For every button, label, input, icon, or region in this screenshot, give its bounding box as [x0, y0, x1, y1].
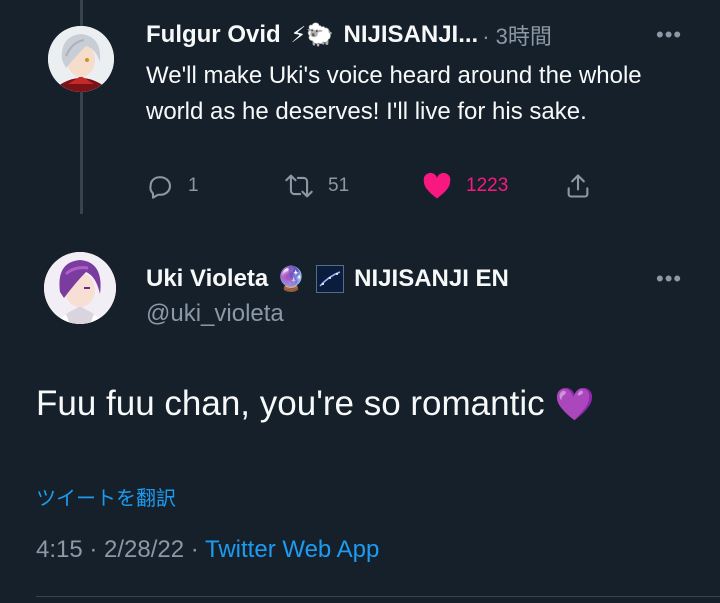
tweet-metadata: 4:15 · 2/28/22 · Twitter Web App [36, 536, 379, 564]
parent-author-emojis: ⚡🐑 [290, 22, 334, 47]
parent-author-affiliation: NIJISANJI... [343, 21, 479, 48]
main-tweet-text: Fuu fuu chan, you're so romantic [36, 384, 545, 423]
starry-sky-icon [316, 265, 345, 293]
uki-avatar[interactable] [44, 252, 116, 324]
divider [36, 596, 720, 597]
main-author-crystal-ball-emoji: 🔮 [276, 265, 307, 293]
reply-icon [149, 176, 171, 199]
uki-avatar-image [44, 252, 116, 324]
share-button[interactable] [564, 172, 592, 200]
retweet-count: 51 [328, 175, 350, 196]
parent-author-name[interactable]: Fulgur Ovid [146, 21, 281, 49]
heart-icon [423, 172, 451, 199]
main-tweet-header: Uki Violeta 🔮 NIJISANJI EN [146, 262, 509, 296]
like-count: 1223 [466, 175, 509, 196]
like-button[interactable]: 1223 [422, 172, 508, 200]
translate-tweet-link[interactable]: ツイートを翻訳 [36, 482, 176, 511]
main-more-button[interactable]: ••• [656, 266, 682, 292]
tweet-timestamp[interactable]: 4:15 · 2/28/22 · [36, 536, 205, 563]
main-author-handle[interactable]: @uki_violeta [146, 300, 284, 328]
main-tweet-body: Fuu fuu chan, you're so romantic 💜 [36, 384, 594, 424]
main-author-name[interactable]: Uki Violeta [146, 265, 268, 293]
parent-tweet-header: Fulgur Ovid ⚡🐑 NIJISANJI... · 3時間 [146, 18, 552, 52]
fulgur-avatar[interactable] [48, 26, 114, 92]
fulgur-avatar-image [48, 26, 114, 92]
purple-heart-emoji: 💜 [554, 386, 595, 422]
main-author-affiliation: NIJISANJI EN [354, 265, 509, 292]
parent-tweet-text: We'll make Uki's voice heard around the … [146, 62, 642, 125]
reply-button[interactable]: 1 [146, 172, 199, 200]
reply-count: 1 [188, 175, 199, 196]
source-app-link[interactable]: Twitter Web App [205, 536, 379, 563]
share-icon [567, 174, 589, 198]
parent-tweet-actions: 1 51 1223 [146, 172, 606, 208]
parent-tweet-time[interactable]: · 3時間 [482, 19, 552, 51]
retweet-icon [285, 174, 313, 198]
parent-more-button[interactable]: ••• [656, 22, 682, 48]
retweet-button[interactable]: 51 [284, 172, 349, 200]
